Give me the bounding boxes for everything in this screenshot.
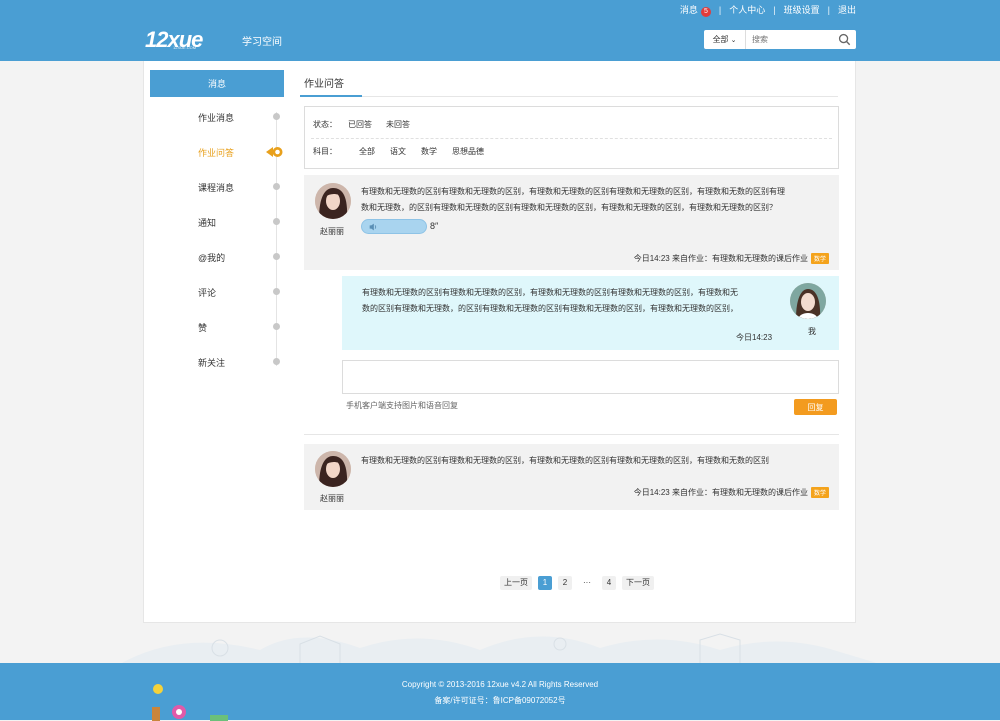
search-scope-label: 全部 [712, 35, 729, 44]
filter-unanswered[interactable]: 未回答 [386, 119, 410, 130]
user-photo-icon [315, 451, 351, 487]
question-text-line: 有理数和无理数的区别有理数和无理数的区别，有理数和无理数的区别有理数和无理数的区… [361, 187, 785, 196]
status-filter-row: 状态： 已回答 未回答 [313, 119, 424, 130]
page-4-button[interactable]: 4 [602, 576, 616, 590]
subject-filter-label: 科目： [313, 147, 337, 156]
logo-subtext: 12XUE.COM [173, 45, 197, 50]
pagination: 上一页 1 2 ··· 4 下一页 [500, 576, 660, 590]
message-count-badge: 5 [700, 6, 711, 17]
page-1-button[interactable]: 1 [538, 576, 552, 590]
sidebar-item-notices[interactable]: 通知 [198, 216, 216, 229]
prev-page-button[interactable]: 上一页 [500, 576, 532, 590]
filter-ethics[interactable]: 思想品德 [452, 146, 484, 157]
question-meta: 今日14:23 来自作业：有理数和无理数的课后作业 数学 [634, 253, 829, 264]
page-2-button[interactable]: 2 [558, 576, 572, 590]
question-text-line: 数和无理数，的区别有理数和无理数的区别有理数和无理数的区别，有理数和无理数的区别… [361, 203, 777, 212]
subject-tag: 数学 [810, 253, 829, 264]
answer-item: 有理数和无理数的区别有理数和无理数的区别，有理数和无理数的区别有理数和无理数的区… [342, 276, 839, 350]
timeline-dot [273, 253, 280, 260]
question-time: 今日14:23 [633, 488, 670, 497]
user-photo-icon [790, 283, 826, 319]
messages-label: 消息 [679, 4, 698, 15]
tab-divider [300, 96, 838, 97]
reply-input[interactable] [342, 360, 839, 394]
reply-hint: 手机客户端支持图片和语音回复 [346, 401, 458, 410]
sidebar-item-comments[interactable]: 评论 [198, 286, 216, 299]
subject-filter-row: 科目： 全部 语文 数学 思想品德 [313, 146, 498, 157]
search-input[interactable] [752, 31, 832, 48]
footer-scenery [120, 633, 880, 664]
sidebar-item-mentions[interactable]: @我的 [198, 251, 225, 264]
question-time: 今日14:23 [633, 254, 670, 263]
answer-text-line: 有理数和无理数的区别有理数和无理数的区别，有理数和无理数的区别有理数和无理数的区… [362, 288, 738, 297]
active-indicator-icon [266, 147, 283, 157]
status-filter-label: 状态： [313, 120, 337, 129]
search-bar: 全部 ⌄ [704, 30, 856, 49]
timeline-dot [273, 358, 280, 365]
timeline-dot [273, 113, 280, 120]
filter-answered[interactable]: 已回答 [348, 119, 372, 130]
tab-homework-qa[interactable]: 作业问答 [304, 75, 344, 90]
sidebar-item-homework-messages[interactable]: 作业消息 [198, 111, 234, 124]
top-links: 消息 5 | 个人中心 | 班级设置 | 退出 [680, 3, 856, 17]
user-name[interactable]: 赵丽丽 [320, 226, 344, 237]
user-photo-icon [315, 183, 351, 219]
timeline-dot [273, 323, 280, 330]
messages-link[interactable]: 消息 5 [680, 3, 711, 17]
filter-math[interactable]: 数学 [421, 146, 437, 157]
filter-chinese[interactable]: 语文 [390, 146, 406, 157]
question-meta: 今日14:23 来自作业：有理数和无理数的课后作业 数学 [634, 487, 829, 498]
question-item: 赵丽丽 有理数和无理数的区别有理数和无理数的区别，有理数和无理数的区别有理数和无… [304, 175, 839, 270]
sidebar-item-likes[interactable]: 赞 [198, 321, 207, 334]
question-source[interactable]: 来自作业：有理数和无理数的课后作业 [672, 253, 808, 264]
footer-decoration-icons [152, 684, 228, 721]
chevron-down-icon: ⌄ [730, 36, 737, 44]
user-name[interactable]: 赵丽丽 [320, 493, 344, 504]
class-settings-link[interactable]: 班级设置 [784, 3, 820, 16]
timeline-dot [273, 183, 280, 190]
voice-duration: 8″ [430, 221, 439, 231]
separator: | [827, 4, 830, 15]
question-item: 赵丽丽 有理数和无理数的区别有理数和无理数的区别，有理数和无理数的区别有理数和无… [304, 444, 839, 510]
filter-all[interactable]: 全部 [359, 146, 375, 157]
profile-link[interactable]: 个人中心 [729, 3, 765, 16]
filter-divider [311, 138, 832, 139]
filter-panel: 状态： 已回答 未回答 科目： 全部 语文 数学 思想品德 [304, 106, 839, 169]
reply-button[interactable]: 回复 [794, 399, 837, 415]
subject-tag: 数学 [810, 487, 829, 498]
speaker-icon [369, 223, 377, 231]
search-icon[interactable] [838, 33, 851, 46]
answer-time: 今日14:23 [736, 333, 773, 342]
nav-learning-space[interactable]: 学习空间 [242, 33, 282, 48]
separator: | [773, 4, 776, 15]
question-text: 有理数和无理数的区别有理数和无理数的区别，有理数和无理数的区别有理数和无理数的区… [361, 453, 831, 469]
avatar[interactable] [315, 183, 351, 219]
answer-user-name[interactable]: 我 [808, 326, 816, 337]
thread-divider [304, 434, 839, 435]
logout-link[interactable]: 退出 [838, 3, 856, 16]
timeline-dot [273, 218, 280, 225]
site-logo[interactable]: 12xue 12XUE.COM [145, 27, 203, 53]
question-text: 有理数和无理数的区别有理数和无理数的区别，有理数和无理数的区别有理数和无理数的区… [361, 184, 831, 216]
page-ellipsis: ··· [583, 578, 591, 587]
answer-text: 有理数和无理数的区别有理数和无理数的区别，有理数和无理数的区别有理数和无理数的区… [362, 285, 782, 317]
sidebar-item-new-followers[interactable]: 新关注 [198, 356, 225, 369]
tab-active-underline [300, 95, 362, 97]
timeline-dot [273, 288, 280, 295]
sidebar-item-homework-qa[interactable]: 作业问答 [198, 146, 234, 159]
search-scope-select[interactable]: 全部 ⌄ [704, 30, 746, 49]
question-source[interactable]: 来自作业：有理数和无理数的课后作业 [672, 487, 808, 498]
avatar[interactable] [315, 451, 351, 487]
question-text-line: 有理数和无理数的区别有理数和无理数的区别，有理数和无理数的区别有理数和无理数的区… [361, 456, 769, 465]
next-page-button[interactable]: 下一页 [622, 576, 654, 590]
top-header: 消息 5 | 个人中心 | 班级设置 | 退出 12xue 12XUE.COM 学习… [0, 0, 1000, 61]
sidebar-item-course-messages[interactable]: 课程消息 [198, 181, 234, 194]
voice-message-button[interactable] [361, 219, 427, 234]
sidebar-title: 消息 [150, 70, 284, 97]
answer-text-line: 数的区别有理数和无理数，的区别有理数和无理数的区别有理数和无理数的区别，有理数和… [362, 304, 738, 313]
separator: | [718, 4, 722, 15]
avatar[interactable] [790, 283, 826, 319]
page-footer: Copyright © 2013-2016 12xue v4.2 All Rig… [0, 663, 1000, 721]
